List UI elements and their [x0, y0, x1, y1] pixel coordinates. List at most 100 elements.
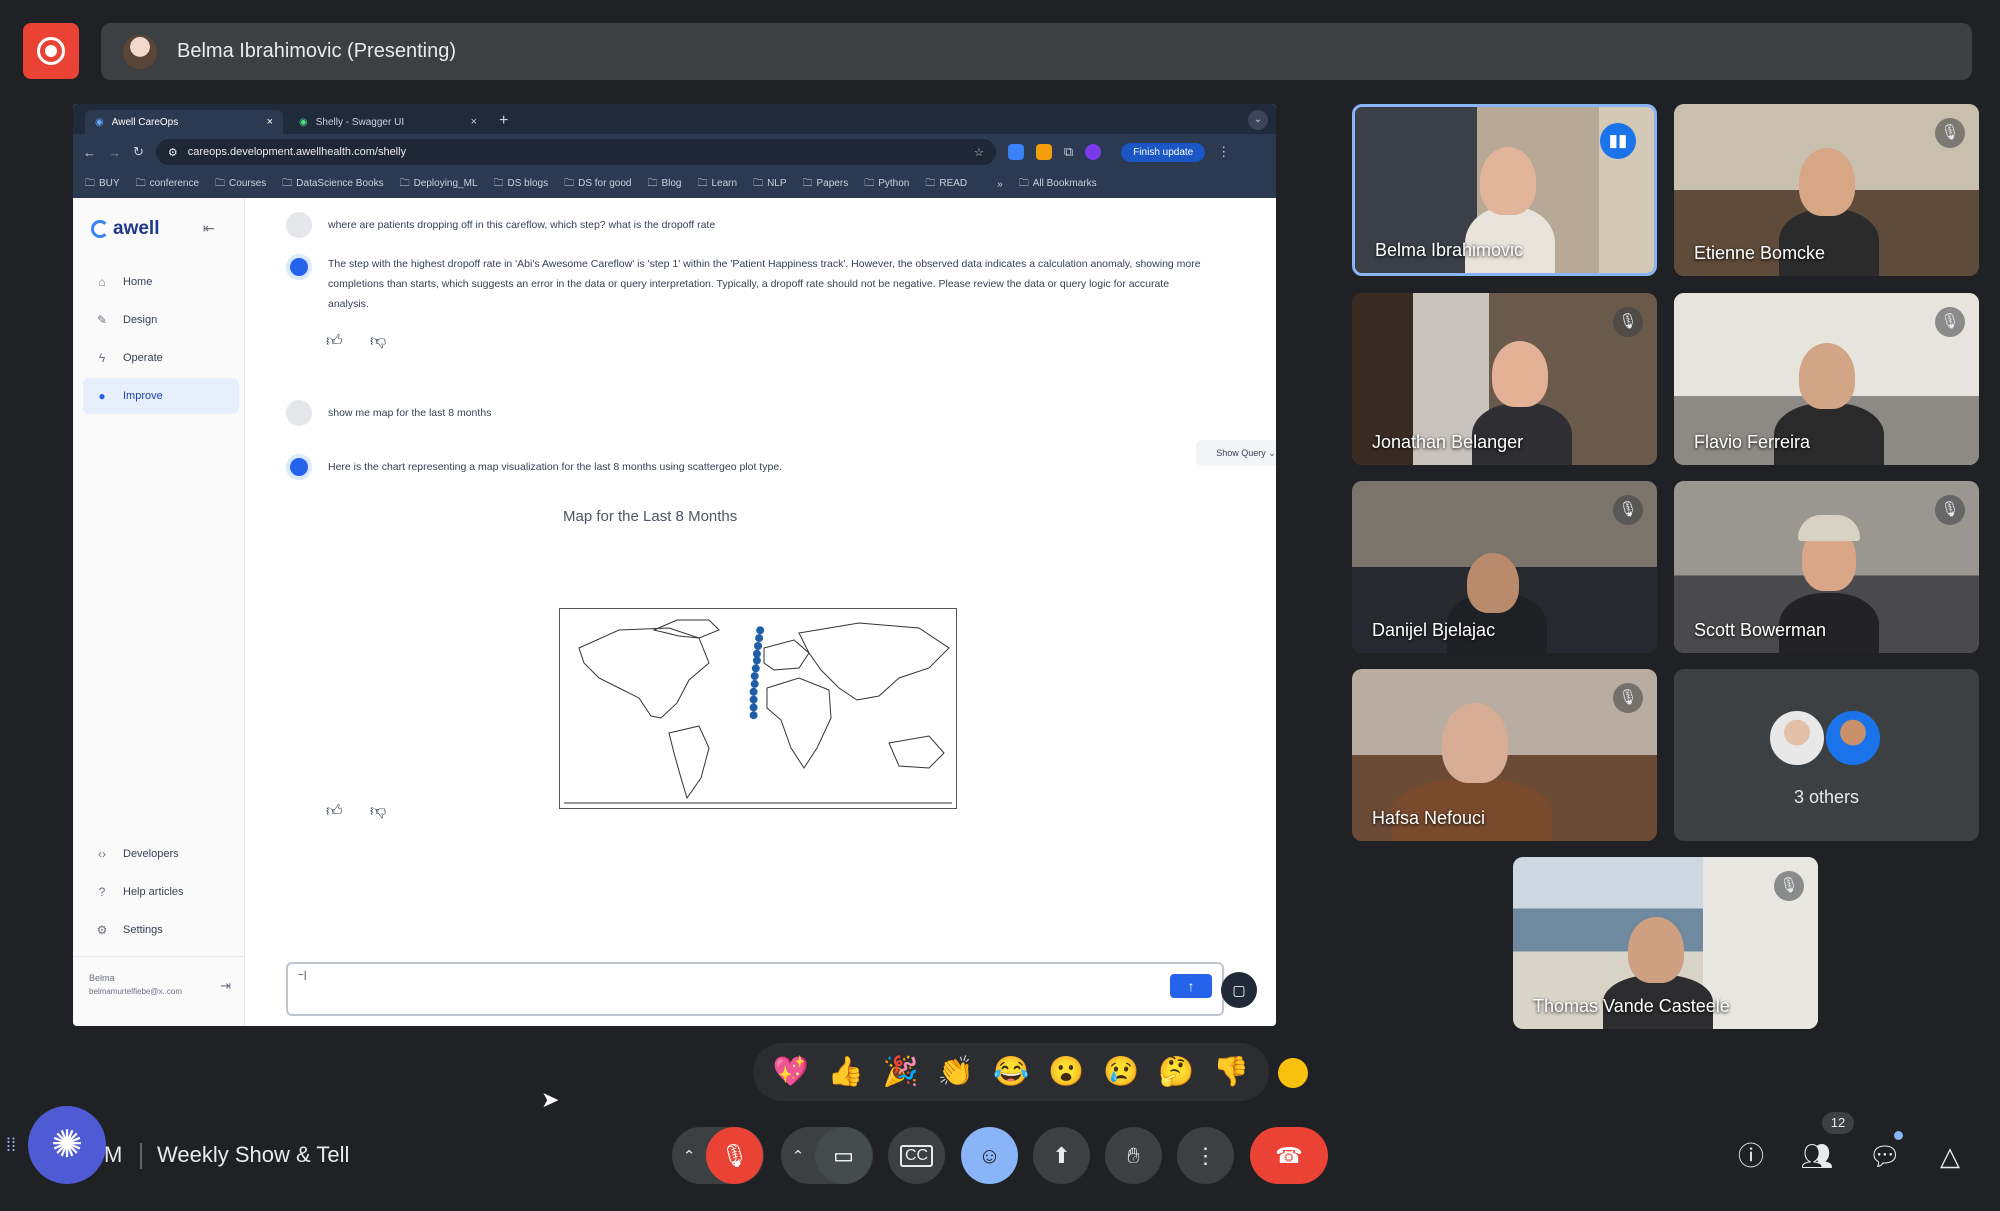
- scattergeo-map[interactable]: [559, 608, 957, 809]
- bookmark-item[interactable]: Learn: [697, 176, 737, 193]
- bookmark-item[interactable]: Blog: [647, 176, 681, 193]
- participant-tile[interactable]: ▮▮ Belma Ibrahimovic: [1352, 104, 1657, 276]
- bookmark-star-icon[interactable]: ☆: [974, 146, 984, 159]
- browser-menu-icon[interactable]: ⋮: [1217, 144, 1230, 160]
- reload-icon[interactable]: ↻: [133, 144, 144, 160]
- nav-help-articles[interactable]: ? Help articles: [83, 874, 239, 910]
- bookmarks-bar: BUY conference Courses DataScience Books…: [73, 170, 1276, 198]
- browser-tab-careops[interactable]: ◉ Awell CareOps ×: [85, 110, 283, 134]
- tab-search-icon[interactable]: ⌄: [1248, 110, 1268, 130]
- thumbs-up-icon[interactable]: 👍︎: [326, 802, 343, 821]
- chat-input[interactable]: ~|: [286, 962, 1224, 1016]
- nav-design[interactable]: ✎ Design: [83, 302, 239, 338]
- apps-grid-icon[interactable]: ⁞⁞: [6, 1135, 16, 1156]
- show-query-button[interactable]: Show Query ⌄: [1196, 440, 1276, 466]
- activities-button[interactable]: △: [1930, 1136, 1970, 1176]
- gemini-button[interactable]: ✺: [28, 1106, 106, 1184]
- skin-tone-picker[interactable]: [1278, 1058, 1308, 1088]
- close-icon[interactable]: ×: [267, 116, 273, 128]
- nav-home[interactable]: ⌂ Home: [83, 264, 239, 300]
- url-text: careops.development.awellhealth.com/shel…: [187, 146, 407, 158]
- bookmark-item[interactable]: Courses: [215, 176, 266, 193]
- nav-label: Design: [123, 314, 158, 326]
- reaction-thinking[interactable]: 🤔: [1158, 1055, 1194, 1089]
- reaction-clap[interactable]: 👏: [938, 1055, 974, 1089]
- bookmark-item[interactable]: DataScience Books: [282, 176, 383, 193]
- bookmark-item[interactable]: Python: [864, 176, 909, 193]
- new-tab-button[interactable]: +: [493, 110, 514, 134]
- bookmark-item[interactable]: Deploying_ML: [400, 176, 478, 193]
- captions-button[interactable]: CC: [888, 1127, 945, 1184]
- more-bookmarks-icon[interactable]: »: [997, 179, 1003, 190]
- raise-hand-button[interactable]: ✋︎: [1105, 1127, 1162, 1184]
- bookmark-item[interactable]: DS for good: [564, 176, 631, 193]
- meeting-title[interactable]: Weekly Show & Tell: [157, 1142, 349, 1168]
- chat-bubble-button[interactable]: ▢: [1221, 972, 1257, 1008]
- bookmark-item[interactable]: BUY: [85, 176, 120, 193]
- reaction-thumbs-up[interactable]: 👍: [828, 1055, 864, 1089]
- profile-avatar[interactable]: [1085, 144, 1102, 160]
- arrow-up-icon: ↑: [1187, 978, 1195, 994]
- reaction-laugh[interactable]: 😂: [993, 1055, 1029, 1089]
- bookmark-item[interactable]: DS blogs: [494, 176, 549, 193]
- chat-message-bot: The step with the highest dropoff rate i…: [286, 254, 1206, 314]
- user-avatar: [286, 400, 312, 426]
- bookmark-item[interactable]: Papers: [803, 176, 849, 193]
- close-icon[interactable]: ×: [471, 116, 477, 128]
- browser-tab-swagger[interactable]: ◉ Shelly - Swagger UI ×: [289, 110, 487, 134]
- participant-name: Thomas Vande Casteele: [1533, 996, 1730, 1016]
- send-button[interactable]: ↑: [1170, 974, 1212, 998]
- chevron-up-icon[interactable]: ⌃: [672, 1147, 706, 1165]
- participant-tile[interactable]: 🎙︎ Scott Bowerman: [1674, 481, 1979, 653]
- extension-icon[interactable]: [1007, 144, 1024, 160]
- participant-tile[interactable]: 🎙︎ Thomas Vande Casteele: [1513, 857, 1818, 1029]
- participant-tile[interactable]: 🎙︎ Hafsa Nefouci: [1352, 669, 1657, 841]
- logout-icon[interactable]: ⇥: [220, 979, 231, 993]
- nav-settings[interactable]: ⚙ Settings: [83, 912, 239, 948]
- leave-call-button[interactable]: ☎: [1250, 1127, 1328, 1184]
- code-icon: ‹›: [98, 847, 106, 861]
- thumbs-up-icon[interactable]: 👍︎: [326, 332, 343, 351]
- tab-label: Awell CareOps: [111, 116, 179, 128]
- people-button[interactable]: 👥︎: [1797, 1136, 1837, 1176]
- present-button[interactable]: ⬆: [1033, 1127, 1090, 1184]
- participant-tile[interactable]: 🎙︎ Danijel Bjelajac: [1352, 481, 1657, 653]
- chat-button[interactable]: 💬︎: [1865, 1136, 1905, 1176]
- improve-icon: ●: [98, 389, 106, 403]
- camera-toggle-button[interactable]: ▭: [815, 1127, 872, 1184]
- forward-icon[interactable]: →: [108, 145, 121, 160]
- back-icon[interactable]: ←: [83, 145, 96, 160]
- nav-operate[interactable]: ϟ Operate: [83, 340, 239, 376]
- mic-off-icon: 🎙︎: [1613, 307, 1643, 337]
- reaction-thumbs-down[interactable]: 👎: [1213, 1055, 1249, 1089]
- emoji-button[interactable]: ☺: [961, 1127, 1018, 1184]
- awell-logo[interactable]: awell: [91, 218, 159, 240]
- site-info-icon[interactable]: ⚙: [168, 146, 178, 159]
- bookmark-item[interactable]: READ: [925, 176, 967, 193]
- reaction-heart[interactable]: 💖: [773, 1055, 809, 1089]
- all-bookmarks[interactable]: All Bookmarks: [1019, 176, 1097, 193]
- thumbs-down-icon[interactable]: 👎︎: [370, 802, 386, 821]
- mic-toggle-button[interactable]: 🎙︎: [706, 1127, 763, 1184]
- extensions-puzzle-icon[interactable]: ⧉: [1064, 144, 1073, 160]
- reaction-sad[interactable]: 😢: [1103, 1055, 1139, 1089]
- finish-update-button[interactable]: Finish update: [1121, 142, 1206, 162]
- collapse-sidebar-icon[interactable]: ⇤: [203, 220, 215, 237]
- meeting-details-button[interactable]: ⓘ: [1731, 1136, 1771, 1176]
- more-options-button[interactable]: ⋮: [1177, 1127, 1234, 1184]
- participant-tile[interactable]: 🎙︎ Jonathan Belanger: [1352, 293, 1657, 465]
- reaction-party[interactable]: 🎉: [883, 1055, 919, 1089]
- nav-improve[interactable]: ● Improve: [83, 378, 239, 414]
- recording-indicator[interactable]: [23, 23, 79, 79]
- reaction-surprised[interactable]: 😮: [1048, 1055, 1084, 1089]
- url-bar[interactable]: ⚙ careops.development.awellhealth.com/sh…: [155, 139, 996, 165]
- chevron-up-icon[interactable]: ⌃: [781, 1147, 815, 1165]
- thumbs-down-icon[interactable]: 👎︎: [370, 332, 386, 351]
- participant-tile[interactable]: 🎙︎ Flavio Ferreira: [1674, 293, 1979, 465]
- extension-icon[interactable]: [1035, 144, 1052, 160]
- bookmark-item[interactable]: conference: [136, 176, 199, 193]
- participant-tile[interactable]: 🎙︎ Etienne Bomcke: [1674, 104, 1979, 276]
- bookmark-item[interactable]: NLP: [753, 176, 786, 193]
- others-tile[interactable]: 3 others: [1674, 669, 1979, 841]
- nav-developers[interactable]: ‹› Developers: [83, 836, 239, 872]
